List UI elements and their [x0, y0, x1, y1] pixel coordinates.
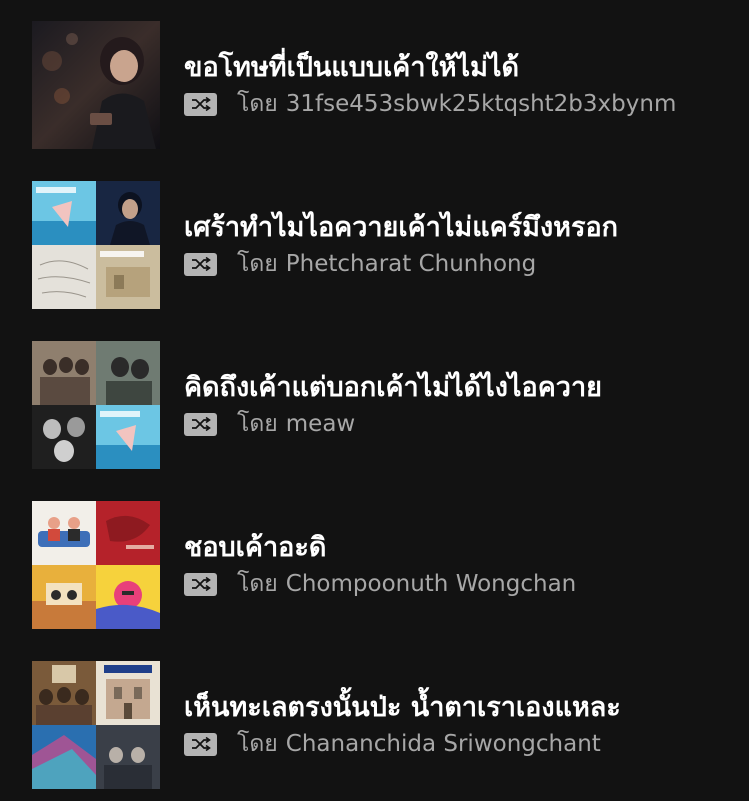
shuffle-icon: [184, 572, 217, 596]
playlist-subtitle: โดย Chananchida Sriwongchant: [184, 730, 744, 758]
shuffle-icon: [184, 252, 217, 276]
by-label: โดย: [237, 251, 278, 277]
playlist-owner[interactable]: Phetcharat Chunhong: [286, 251, 536, 277]
playlist-cover[interactable]: [32, 181, 160, 309]
playlist-cover[interactable]: [32, 21, 160, 149]
cover-tile: [96, 725, 160, 789]
cover-tile: [96, 661, 160, 725]
cover-tile: [96, 245, 160, 309]
cover-tile: [32, 565, 96, 629]
cover-tile: [32, 341, 96, 405]
cover-tile: [32, 405, 96, 469]
playlist-text: คิดถึงเค้าแต่บอกเค้าไม่ได้ไงไอควาย โดย m…: [184, 370, 744, 438]
cover-tile: [32, 725, 96, 789]
playlist-cover[interactable]: [32, 341, 160, 469]
cover-tile: [96, 405, 160, 469]
playlist-row[interactable]: เห็นทะเลตรงนั้นป่ะ น้ำตาเราเองแหละ โดย C…: [0, 640, 749, 800]
playlist-cover[interactable]: [32, 661, 160, 789]
playlist-row[interactable]: ชอบเค้าอะดิ โดย Chompoonuth Wongchan: [0, 480, 749, 640]
shuffle-icon: [184, 92, 217, 116]
playlist-title[interactable]: เห็นทะเลตรงนั้นป่ะ น้ำตาเราเองแหละ: [184, 690, 744, 726]
playlist-text: ชอบเค้าอะดิ โดย Chompoonuth Wongchan: [184, 530, 744, 598]
playlist-owner[interactable]: Chompoonuth Wongchan: [286, 571, 576, 597]
cover-tile: [96, 181, 160, 245]
shuffle-icon: [184, 732, 217, 756]
playlist-text: เศร้าทำไมไอควายเค้าไม่แคร์มึงหรอก โดย Ph…: [184, 210, 744, 278]
cover-tile: [32, 501, 96, 565]
playlist-title[interactable]: เศร้าทำไมไอควายเค้าไม่แคร์มึงหรอก: [184, 210, 744, 246]
cover-tile: [32, 245, 96, 309]
playlist-owner[interactable]: Chananchida Sriwongchant: [286, 731, 601, 757]
cover-photo: [32, 21, 160, 149]
playlist-row[interactable]: เศร้าทำไมไอควายเค้าไม่แคร์มึงหรอก โดย Ph…: [0, 160, 749, 320]
playlist-row[interactable]: คิดถึงเค้าแต่บอกเค้าไม่ได้ไงไอควาย โดย m…: [0, 320, 749, 480]
shuffle-icon: [184, 412, 217, 436]
playlist-subtitle: โดย meaw: [184, 410, 744, 438]
playlist-title[interactable]: ชอบเค้าอะดิ: [184, 530, 744, 566]
cover-tile: [96, 501, 160, 565]
playlist-title[interactable]: ขอโทษที่เป็นแบบเค้าให้ไม่ได้: [184, 50, 744, 86]
playlist-text: ขอโทษที่เป็นแบบเค้าให้ไม่ได้ โดย 31fse45…: [184, 50, 744, 118]
by-label: โดย: [237, 91, 278, 117]
playlist-cover[interactable]: [32, 501, 160, 629]
playlist-subtitle: โดย Chompoonuth Wongchan: [184, 570, 744, 598]
playlist-owner[interactable]: meaw: [286, 411, 355, 437]
playlist-row[interactable]: ขอโทษที่เป็นแบบเค้าให้ไม่ได้ โดย 31fse45…: [0, 0, 749, 160]
playlist-subtitle: โดย Phetcharat Chunhong: [184, 250, 744, 278]
playlist-owner[interactable]: 31fse453sbwk25ktqsht2b3xbynm: [286, 91, 677, 117]
cover-tile: [96, 341, 160, 405]
by-label: โดย: [237, 731, 278, 757]
playlist-title[interactable]: คิดถึงเค้าแต่บอกเค้าไม่ได้ไงไอควาย: [184, 370, 744, 406]
by-label: โดย: [237, 571, 278, 597]
by-label: โดย: [237, 411, 278, 437]
playlist-subtitle: โดย 31fse453sbwk25ktqsht2b3xbynm: [184, 90, 744, 118]
cover-tile: [32, 661, 96, 725]
playlist-text: เห็นทะเลตรงนั้นป่ะ น้ำตาเราเองแหละ โดย C…: [184, 690, 744, 758]
cover-tile: [96, 565, 160, 629]
playlist-list: ขอโทษที่เป็นแบบเค้าให้ไม่ได้ โดย 31fse45…: [0, 0, 749, 801]
cover-tile: [32, 181, 96, 245]
